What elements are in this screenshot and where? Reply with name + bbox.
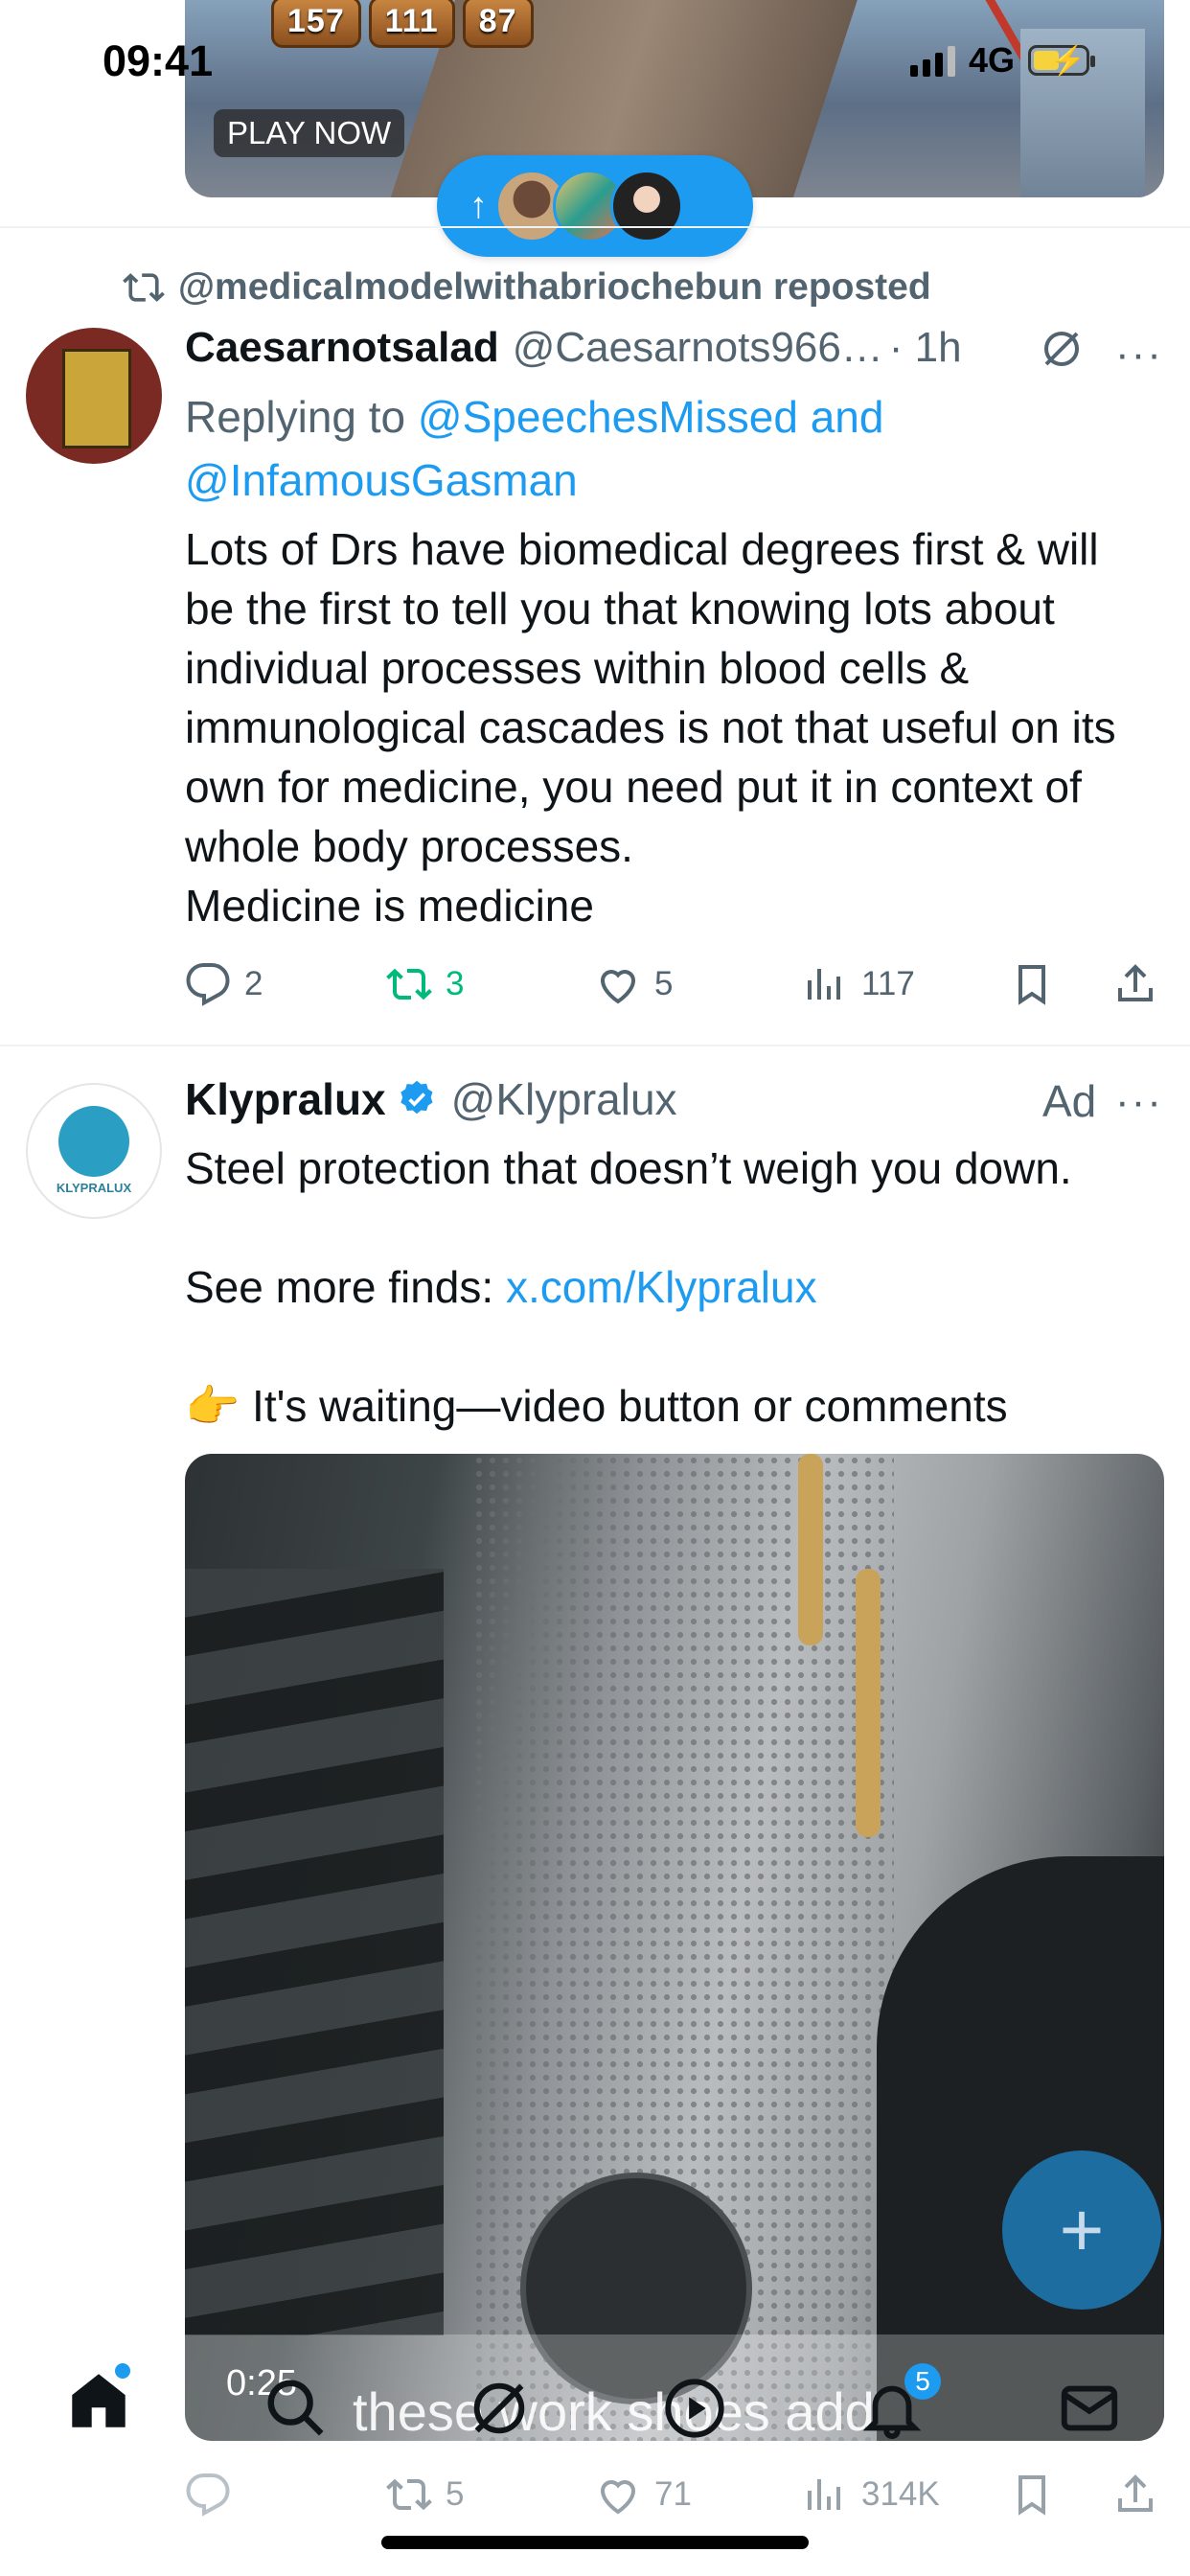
views-icon (808, 969, 840, 1000)
home-indicator[interactable] (381, 2536, 809, 2549)
cta-text: It's waiting—video button or comments (240, 1381, 1008, 1431)
view-count: 117 (861, 965, 915, 1002)
like-count: 71 (654, 2475, 692, 2513)
replying-to: Replying to @SpeechesMissed and @Infamou… (185, 385, 1143, 512)
repost-count: 3 (446, 965, 465, 1002)
new-posts-pill[interactable]: ↑ (437, 155, 753, 257)
avatar[interactable]: KLYPRALUX (26, 1083, 162, 1219)
cta-line: 👉 It's waiting—video button or comments (185, 1376, 1153, 1436)
compose-button[interactable]: + (1002, 2150, 1161, 2310)
like-button[interactable]: 5 (595, 961, 802, 1007)
bookmark-icon (1018, 2475, 1045, 2516)
views-button[interactable]: 117 (802, 961, 1009, 1007)
score-barrel: 87 (462, 0, 534, 48)
divider (0, 226, 1190, 228)
see-more-line: See more finds: x.com/Klypralux (185, 1257, 1153, 1317)
heart-icon (600, 970, 636, 1004)
network-label: 4G (969, 40, 1016, 80)
bookmark-icon (1018, 965, 1045, 1005)
avatar-logo-text: KLYPRALUX (56, 1181, 132, 1195)
bottom-tab-bar (0, 2334, 1190, 2450)
tweet-header: Caesarnotsalad @Caesarnots966… · 1h (185, 324, 962, 372)
tab-messages[interactable] (1056, 2375, 1123, 2442)
tab-search[interactable] (263, 2375, 330, 2442)
play-icon (665, 2379, 724, 2438)
views-button[interactable]: 314K (802, 2472, 1009, 2518)
reply-count: 2 (244, 965, 263, 1002)
bookmark-button[interactable] (1009, 961, 1112, 1007)
arrow-up-icon: ↑ (469, 185, 488, 226)
repost-button[interactable]: 5 (386, 2472, 595, 2518)
heart-icon (600, 2480, 636, 2515)
status-indicators: 4G ⚡ (910, 40, 1096, 80)
ad-line: Steel protection that doesn’t weigh you … (185, 1143, 1072, 1193)
tweet-actions: 2 3 5 117 (185, 955, 1164, 1013)
display-name[interactable]: Caesarnotsalad (185, 324, 499, 372)
display-name[interactable]: Klypralux (185, 1073, 386, 1125)
tab-videos[interactable] (661, 2375, 728, 2442)
tweet-text: Steel protection that doesn’t weigh you … (185, 1138, 1153, 1436)
divider (0, 1045, 1190, 1046)
more-options-icon[interactable]: ··· (1115, 1078, 1163, 1126)
repost-icon (386, 2478, 432, 2511)
share-icon (1118, 964, 1153, 1001)
tweet-header: Klypralux @Klypralux (185, 1073, 677, 1125)
replying-prefix: Replying to (185, 392, 406, 442)
notifications-badge: 5 (904, 2363, 941, 2400)
media-score-barrels: 157 111 87 (271, 0, 534, 48)
share-button[interactable] (1112, 961, 1158, 1007)
logo-mark (58, 1106, 129, 1177)
view-count: 314K (861, 2475, 940, 2513)
share-icon (1118, 2474, 1153, 2512)
score-barrel: 157 (271, 0, 361, 48)
handle[interactable]: @Klypralux (451, 1073, 677, 1125)
reply-button[interactable] (185, 2472, 386, 2518)
battery-icon: ⚡ (1028, 45, 1096, 77)
views-icon (808, 2479, 840, 2510)
home-unread-dot (115, 2363, 130, 2379)
reply-icon (186, 963, 230, 1006)
status-time: 09:41 (103, 36, 214, 85)
repost-icon (123, 273, 165, 302)
tweet-text: Lots of Drs have biomedical degrees firs… (185, 524, 1116, 931)
compose-icon: + (1059, 2187, 1105, 2272)
repost-button[interactable]: 3 (386, 961, 595, 1007)
repost-context[interactable]: @medicalmodelwithabriochebun reposted (123, 266, 931, 309)
profile-link[interactable]: x.com/Klypralux (506, 1262, 817, 1312)
avatar[interactable] (26, 328, 162, 464)
reply-icon (186, 2473, 230, 2517)
bookmark-button[interactable] (1009, 2472, 1112, 2518)
like-count: 5 (654, 965, 674, 1002)
repost-icon (386, 968, 432, 1000)
grok-icon[interactable] (1039, 326, 1085, 372)
timestamp[interactable]: · 1h (889, 324, 962, 372)
repost-label: @medicalmodelwithabriochebun reposted (178, 266, 931, 308)
search-icon (267, 2380, 324, 2436)
handle[interactable]: @Caesarnots966… (513, 324, 883, 372)
repost-count: 5 (446, 2475, 465, 2513)
video-player[interactable] (185, 1454, 1164, 2441)
play-now-button[interactable]: PLAY NOW (214, 109, 405, 157)
more-options-icon[interactable]: ··· (1115, 331, 1163, 379)
grok-icon (473, 2382, 525, 2434)
tab-grok[interactable] (466, 2375, 533, 2442)
verified-badge-icon (400, 1080, 433, 1115)
like-button[interactable]: 71 (595, 2472, 802, 2518)
shoe-cage-detail (185, 1569, 444, 2335)
pointing-hand-icon: 👉 (185, 1381, 240, 1431)
score-barrel: 111 (368, 0, 455, 48)
reply-button[interactable]: 2 (185, 961, 386, 1007)
signal-icon (910, 44, 955, 77)
avatar (610, 170, 683, 242)
see-more-prefix: See more finds: (185, 1262, 506, 1312)
mail-icon (1061, 2385, 1118, 2431)
ad-label: Ad (1042, 1076, 1097, 1126)
tweet-actions: 5 71 314K (185, 2466, 1164, 2523)
share-button[interactable] (1112, 2472, 1158, 2518)
